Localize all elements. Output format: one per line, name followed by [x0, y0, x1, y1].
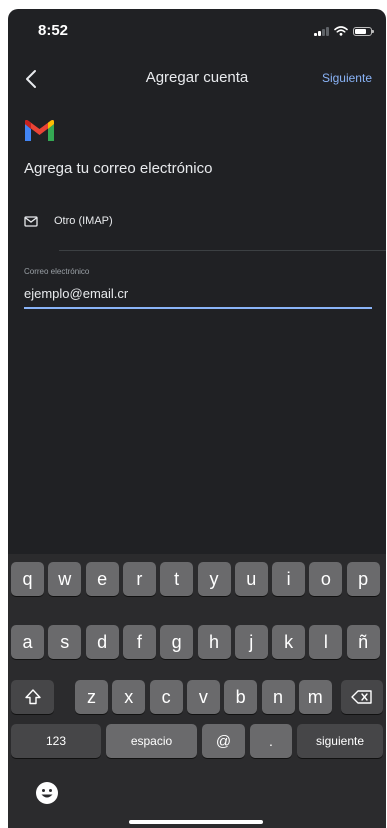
key-a[interactable]: a — [11, 625, 44, 659]
key-i[interactable]: i — [272, 562, 306, 596]
heading: Agrega tu correo electrónico — [24, 160, 213, 177]
key-n[interactable]: n — [261, 680, 295, 714]
key-x[interactable]: x — [112, 680, 146, 714]
backspace-key[interactable] — [341, 680, 383, 714]
key-w[interactable]: w — [48, 562, 82, 596]
status-icons — [314, 26, 374, 36]
key-b[interactable]: b — [224, 680, 258, 714]
key-p[interactable]: p — [346, 562, 380, 596]
phone-screen: 8:52 Agregar cuenta Siguiente Agrega tu … — [8, 9, 386, 828]
divider — [59, 250, 386, 251]
key-t[interactable]: t — [160, 562, 194, 596]
home-indicator — [129, 820, 263, 824]
key-q[interactable]: q — [11, 562, 44, 596]
wifi-icon — [334, 26, 348, 36]
key-o[interactable]: o — [309, 562, 343, 596]
status-bar: 8:52 — [8, 9, 386, 53]
gmail-logo-icon — [25, 120, 54, 141]
key-u[interactable]: u — [234, 562, 268, 596]
keyboard: qwertyuiop asdfghjklñ zxcvbnm 123 espaci… — [8, 554, 386, 828]
app-bar: Agregar cuenta Siguiente — [8, 61, 386, 97]
key-g[interactable]: g — [160, 625, 194, 659]
return-key[interactable]: siguiente — [297, 724, 383, 758]
keyboard-row-1: qwertyuiop — [8, 562, 386, 596]
key-v[interactable]: v — [186, 680, 220, 714]
shift-key[interactable] — [11, 680, 54, 714]
signal-icon — [314, 26, 329, 36]
key-l[interactable]: l — [309, 625, 343, 659]
email-input[interactable] — [24, 286, 372, 309]
key-e[interactable]: e — [85, 562, 119, 596]
key-ñ[interactable]: ñ — [346, 625, 380, 659]
emoji-icon[interactable] — [35, 781, 59, 805]
key-z[interactable]: z — [75, 680, 108, 714]
status-time: 8:52 — [38, 22, 69, 39]
shift-icon — [24, 689, 41, 705]
key-d[interactable]: d — [85, 625, 119, 659]
numbers-key[interactable]: 123 — [11, 724, 101, 758]
backspace-icon — [351, 690, 372, 704]
mail-icon — [24, 215, 38, 227]
key-s[interactable]: s — [48, 625, 82, 659]
account-type-row[interactable]: Otro (IMAP) — [24, 215, 113, 227]
key-c[interactable]: c — [149, 680, 183, 714]
key-r[interactable]: r — [122, 562, 156, 596]
dot-key[interactable]: . — [250, 724, 292, 758]
at-key[interactable]: @ — [202, 724, 245, 758]
space-key[interactable]: espacio — [106, 724, 197, 758]
key-f[interactable]: f — [122, 625, 156, 659]
key-k[interactable]: k — [272, 625, 306, 659]
back-arrow-icon[interactable] — [18, 65, 46, 93]
key-h[interactable]: h — [197, 625, 231, 659]
email-field: Correo electrónico — [24, 267, 372, 309]
key-j[interactable]: j — [234, 625, 268, 659]
email-field-label: Correo electrónico — [24, 267, 90, 276]
battery-icon — [353, 26, 374, 36]
keyboard-row-2: asdfghjklñ — [8, 625, 386, 659]
next-button[interactable]: Siguiente — [322, 71, 372, 85]
key-y[interactable]: y — [197, 562, 231, 596]
keyboard-row-3: zxcvbnm — [8, 680, 386, 714]
key-m[interactable]: m — [298, 680, 332, 714]
keyboard-row-4: 123 espacio @ . siguiente — [8, 724, 386, 758]
account-type-label: Otro (IMAP) — [54, 215, 113, 227]
